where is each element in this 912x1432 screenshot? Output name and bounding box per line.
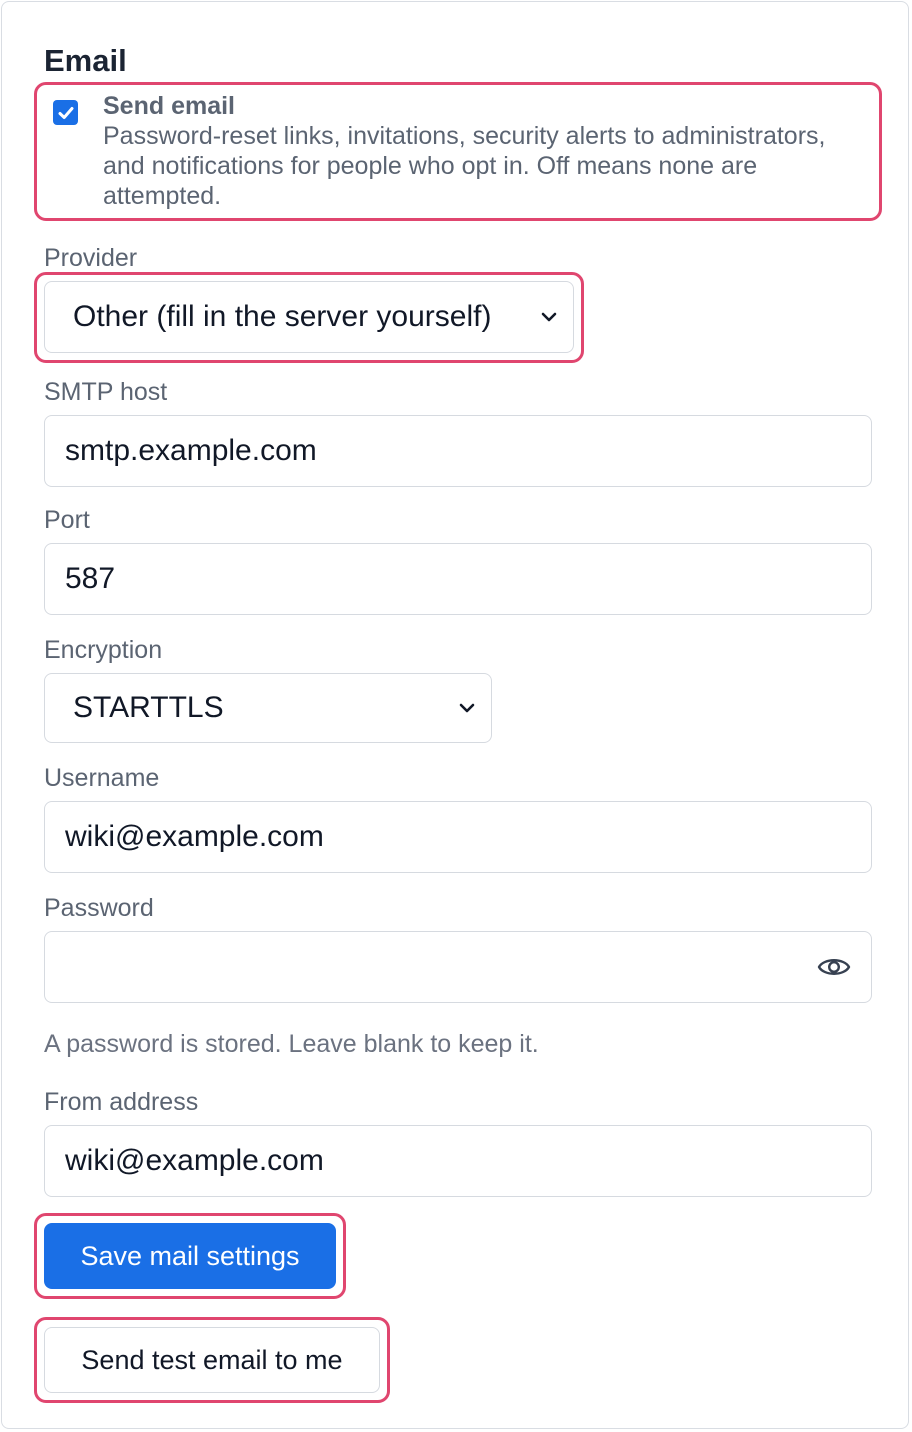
encryption-select-value: STARTTLS <box>73 691 224 724</box>
provider-label: Provider <box>44 244 138 272</box>
send-email-label: Send email <box>103 92 235 120</box>
encryption-label: Encryption <box>44 636 163 664</box>
save-mail-settings-button[interactable]: Save mail settings <box>44 1223 336 1289</box>
from-address-value: wiki@example.com <box>65 1144 324 1177</box>
username-input[interactable]: wiki@example.com <box>44 801 872 873</box>
eye-icon[interactable] <box>817 954 851 980</box>
chevron-down-icon <box>459 703 475 713</box>
provider-select[interactable]: Other (fill in the server yourself) <box>44 281 574 353</box>
password-input[interactable] <box>44 931 872 1003</box>
chevron-down-icon <box>541 312 557 322</box>
checkmark-icon <box>58 106 73 119</box>
encryption-select[interactable]: STARTTLS <box>44 673 492 743</box>
username-label: Username <box>44 764 160 792</box>
email-settings-card: Email Send email Password-reset links, i… <box>1 1 909 1429</box>
username-value: wiki@example.com <box>65 820 324 853</box>
send-email-description: Password-reset links, invitations, secur… <box>103 122 826 210</box>
smtp-host-value: smtp.example.com <box>65 434 317 467</box>
smtp-host-label: SMTP host <box>44 378 168 406</box>
from-address-input[interactable]: wiki@example.com <box>44 1125 872 1197</box>
send-test-email-button[interactable]: Send test email to me <box>44 1327 380 1393</box>
password-label: Password <box>44 894 154 922</box>
section-title: Email <box>44 43 127 78</box>
port-input[interactable]: 587 <box>44 543 872 615</box>
provider-select-value: Other (fill in the server yourself) <box>73 300 492 333</box>
port-label: Port <box>44 506 90 534</box>
port-value: 587 <box>65 562 116 595</box>
password-note: A password is stored. Leave blank to kee… <box>44 1030 539 1058</box>
smtp-host-input[interactable]: smtp.example.com <box>44 415 872 487</box>
from-address-label: From address <box>44 1088 199 1116</box>
send-email-checkbox[interactable] <box>53 100 78 125</box>
